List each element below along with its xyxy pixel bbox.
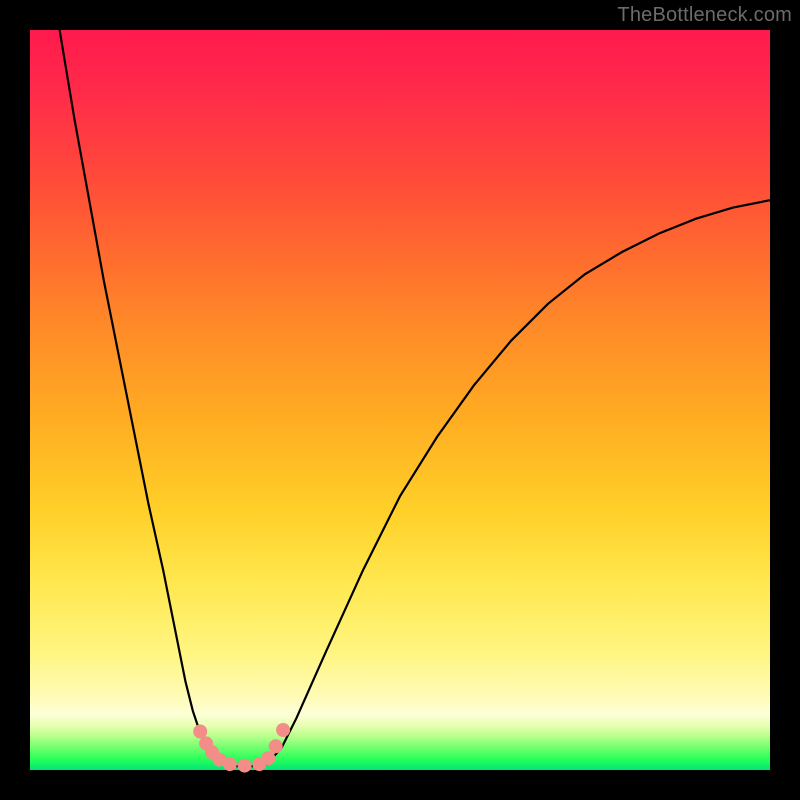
watermark-text: TheBottleneck.com — [617, 4, 792, 27]
chart-frame: TheBottleneck.com — [0, 0, 800, 800]
marker-dot — [261, 751, 275, 765]
curve-layer — [30, 30, 770, 770]
marker-dot — [276, 723, 290, 737]
bottleneck-curve — [60, 30, 770, 766]
marker-dot — [193, 725, 207, 739]
marker-dots — [193, 723, 290, 773]
marker-dot — [269, 739, 283, 753]
marker-dot — [223, 757, 237, 771]
marker-dot — [238, 759, 252, 773]
plot-area — [30, 30, 770, 770]
